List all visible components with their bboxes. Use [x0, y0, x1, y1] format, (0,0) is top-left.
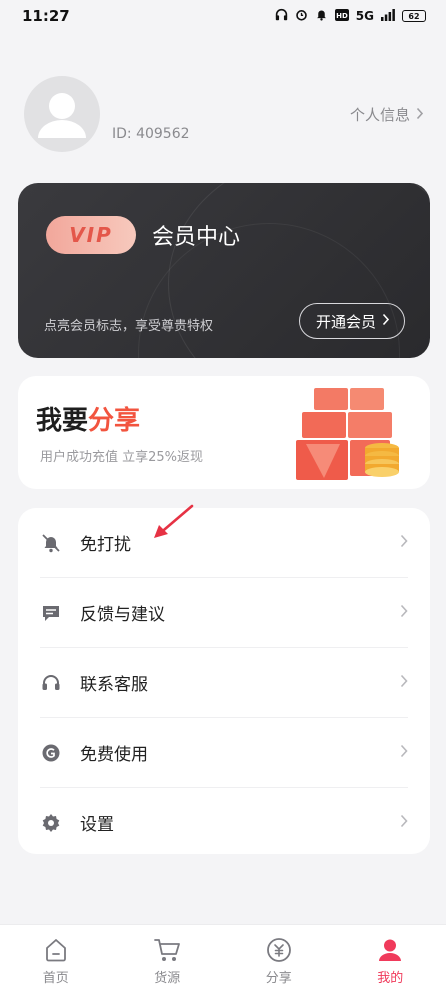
share-title: 我要分享 [36, 400, 140, 437]
red-envelope-coins-illustration [294, 386, 404, 484]
battery-label: 62 [408, 12, 419, 21]
cart-icon [153, 937, 181, 963]
menu-item-label: 免打扰 [80, 530, 131, 555]
menu-item-label: 反馈与建议 [80, 600, 165, 625]
personal-info-label: 个人信息 [350, 104, 410, 125]
chevron-right-icon [400, 812, 408, 833]
svg-text:HD: HD [336, 12, 348, 20]
tab-label: 分享 [266, 967, 292, 986]
vip-card[interactable]: VIP 会员中心 点亮会员标志，享受尊贵特权 开通会员 [18, 183, 430, 358]
home-icon [43, 937, 69, 963]
tab-label: 首页 [43, 967, 69, 986]
tab-share[interactable]: 分享 [223, 925, 335, 997]
signal-icon [381, 9, 395, 24]
chevron-right-icon [400, 532, 408, 553]
chevron-right-icon [416, 106, 424, 124]
menu-item-feedback[interactable]: 反馈与建议 [18, 578, 430, 647]
tab-supply[interactable]: 货源 [112, 925, 224, 997]
tab-label: 货源 [154, 967, 180, 986]
chevron-right-icon [400, 672, 408, 693]
battery-icon: 62 [402, 10, 426, 22]
default-avatar-icon [24, 76, 100, 152]
menu-item-label: 联系客服 [80, 670, 148, 695]
chevron-right-icon [400, 602, 408, 623]
vip-badge: VIP [46, 216, 136, 254]
open-membership-label: 开通会员 [316, 311, 376, 332]
vip-subtitle: 点亮会员标志，享受尊贵特权 [44, 315, 213, 334]
menu-item-customer-service[interactable]: 联系客服 [18, 648, 430, 717]
user-icon [377, 937, 403, 963]
menu-item-label: 免费使用 [80, 740, 148, 765]
chevron-right-icon [382, 312, 390, 330]
status-time: 11:27 [22, 7, 70, 25]
share-banner[interactable]: 我要分享 用户成功充值 立享25%返现 [18, 376, 430, 489]
mute-icon [315, 8, 328, 24]
user-id: ID: 409562 [112, 126, 190, 142]
bottom-tab-bar: 首页 货源 分享 我的 [0, 924, 446, 997]
network-label: 5G [356, 9, 374, 23]
personal-info-link[interactable]: 个人信息 [350, 104, 424, 125]
menu-item-label: 设置 [80, 810, 114, 835]
feedback-icon [40, 602, 62, 624]
coin-icon [40, 742, 62, 764]
bell-off-icon [40, 532, 62, 554]
headset-icon [40, 672, 62, 694]
vip-title: 会员中心 [152, 219, 240, 251]
open-membership-button[interactable]: 开通会员 [299, 303, 405, 339]
menu-card: 免打扰 反馈与建议 联系客服 免费使用 [18, 508, 430, 854]
tab-label: 我的 [377, 967, 403, 986]
annotation-arrow-icon [148, 503, 196, 541]
menu-item-free-use[interactable]: 免费使用 [18, 718, 430, 787]
tab-mine[interactable]: 我的 [335, 925, 446, 997]
share-title-main: 我要 [36, 406, 88, 436]
share-coin-icon [266, 937, 292, 963]
alarm-icon [295, 8, 308, 24]
status-icons: HD 5G 62 [275, 8, 426, 24]
status-bar: 11:27 HD 5G 62 [0, 0, 446, 32]
avatar[interactable] [24, 76, 100, 152]
gear-icon [40, 812, 62, 834]
profile-section: ID: 409562 个人信息 [24, 76, 424, 156]
share-description: 用户成功充值 立享25%返现 [40, 446, 203, 465]
headphones-icon [275, 8, 288, 24]
menu-item-do-not-disturb[interactable]: 免打扰 [18, 508, 430, 577]
menu-item-settings[interactable]: 设置 [18, 788, 430, 857]
tab-home[interactable]: 首页 [0, 925, 112, 997]
share-title-accent: 分享 [88, 406, 140, 436]
chevron-right-icon [400, 742, 408, 763]
hd-icon: HD [335, 9, 349, 24]
